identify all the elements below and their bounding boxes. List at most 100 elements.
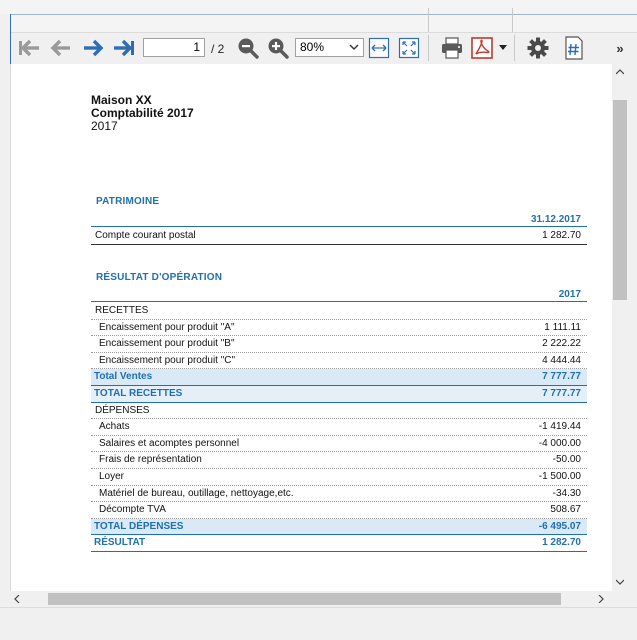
document-viewer[interactable]: Maison XX Comptabilité 2017 2017 PATRIMO… [10, 64, 613, 591]
scroll-corner [612, 591, 628, 607]
row-label: TOTAL DÉPENSES [94, 520, 184, 532]
previous-page-button[interactable] [48, 35, 74, 61]
row-label: Encaissement pour produit "C" [99, 354, 236, 366]
fit-width-button[interactable] [367, 35, 391, 61]
horizontal-scrollbar[interactable] [10, 591, 612, 607]
row-label: Encaissement pour produit "A" [99, 321, 235, 333]
top-accent-line [0, 14, 637, 15]
scroll-down-icon [616, 579, 624, 585]
table-row: Loyer -1 500.00 [91, 469, 587, 486]
table-row: Encaissement pour produit "C" 4 444.44 [91, 353, 587, 370]
document-page: Maison XX Comptabilité 2017 2017 PATRIMO… [91, 94, 587, 552]
zoom-select[interactable]: 80% [295, 38, 364, 57]
row-label: TOTAL RECETTES [94, 387, 183, 399]
zoom-out-button[interactable] [236, 35, 260, 61]
last-page-button[interactable] [111, 35, 137, 61]
row-value: -1 500.00 [538, 470, 581, 482]
row-value: -6 495.07 [538, 520, 581, 532]
table-row: Encaissement pour produit "B" 2 222.22 [91, 336, 587, 353]
row-label: Achats [99, 421, 130, 433]
row-label: DÉPENSES [95, 404, 150, 416]
doc-title-line2: Comptabilité 2017 [91, 106, 194, 120]
first-page-button[interactable] [16, 35, 42, 61]
row-label: Matériel de bureau, outillage, nettoyage… [99, 487, 294, 499]
fit-page-button[interactable] [397, 35, 421, 61]
patrimoine-rows: Compte courant postal 1 282.70 [91, 228, 587, 245]
table-row: Encaissement pour produit "A" 1 111.11 [91, 320, 587, 337]
row-label: Loyer [99, 470, 125, 482]
pdf-icon [471, 37, 493, 59]
row-label: RÉSULTAT [94, 537, 146, 549]
table-row: Compte courant postal 1 282.70 [91, 228, 587, 245]
table-row: Matériel de bureau, outillage, nettoyage… [91, 486, 587, 503]
column-header-year: 2017 [91, 289, 587, 302]
vertical-scrollbar[interactable] [612, 64, 628, 591]
row-label: RECETTES [95, 305, 149, 316]
row-value: 4 444.44 [542, 354, 581, 366]
export-menu-dropdown[interactable] [498, 35, 508, 61]
table-row: Salaires et acomptes personnel -4 000.00 [91, 436, 587, 453]
last-page-icon [114, 39, 134, 57]
toolbar-separator [428, 35, 429, 61]
page-total: / 2 [211, 42, 225, 56]
row-value: 7 777.77 [542, 371, 581, 383]
arrow-left-icon [50, 39, 70, 57]
row-value: -50.00 [552, 454, 581, 466]
first-page-icon [19, 39, 39, 57]
row-value: 508.67 [550, 504, 581, 516]
next-page-button[interactable] [80, 35, 106, 61]
top-separator [512, 8, 513, 32]
toolbar-separator [514, 35, 515, 61]
row-value: -34.30 [552, 487, 581, 499]
row-value: 1 111.11 [544, 321, 581, 333]
page-numbering-button[interactable] [562, 35, 586, 61]
total-depenses-row: TOTAL DÉPENSES -6 495.07 [91, 518, 587, 536]
subheading-depenses: DÉPENSES [91, 403, 587, 420]
section-title-resultat: RÉSULTAT D'OPÉRATION [96, 272, 223, 283]
row-label: Salaires et acomptes personnel [99, 437, 240, 449]
column-header-text: 2017 [558, 289, 581, 300]
row-value: 1 282.70 [542, 537, 581, 549]
table-row: Achats -1 419.44 [91, 419, 587, 436]
zoom-in-button[interactable] [266, 35, 290, 61]
vertical-scroll-thumb[interactable] [613, 100, 627, 300]
arrow-right-icon [84, 39, 104, 57]
status-bar [0, 607, 637, 640]
zoom-out-icon [238, 38, 259, 59]
overflow-menu-button[interactable]: » [610, 35, 630, 61]
zoom-in-icon [268, 38, 289, 59]
caret-down-icon [499, 45, 507, 50]
column-header-text: 31.12.2017 [530, 214, 581, 225]
print-button[interactable] [438, 35, 466, 61]
scroll-right-icon [598, 595, 604, 603]
row-value: -1 419.44 [538, 421, 581, 433]
row-label: Frais de représentation [99, 454, 202, 466]
doc-year: 2017 [91, 119, 118, 133]
row-label: Décompte TVA [99, 504, 166, 516]
pdf-toolbar: 1 / 2 80% » [10, 32, 637, 64]
column-header-date: 31.12.2017 [91, 214, 587, 227]
total-recettes-row: TOTAL RECETTES 7 777.77 [91, 385, 587, 403]
printer-icon [442, 37, 462, 59]
row-label: Total Ventes [94, 371, 153, 383]
table-row: Décompte TVA 508.67 [91, 502, 587, 519]
export-pdf-button[interactable] [470, 35, 496, 61]
chevron-down-icon [349, 44, 359, 50]
scroll-left-icon [14, 595, 20, 603]
fit-width-icon [368, 37, 390, 59]
row-label: Compte courant postal [95, 230, 196, 241]
total-ventes-row: Total Ventes 7 777.77 [91, 369, 587, 386]
top-separator [428, 8, 429, 32]
subheading-recettes: RECETTES [91, 303, 587, 320]
row-label: Encaissement pour produit "B" [99, 338, 235, 350]
gear-icon [527, 37, 549, 59]
settings-button[interactable] [524, 35, 552, 61]
horizontal-scroll-thumb[interactable] [48, 593, 561, 605]
row-value: 7 777.77 [542, 387, 581, 399]
hash-document-icon [565, 36, 583, 60]
zoom-value: 80% [300, 40, 325, 54]
page-number-input[interactable]: 1 [143, 38, 205, 57]
section-title-patrimoine: PATRIMOINE [96, 196, 160, 207]
row-value: -4 000.00 [538, 437, 581, 449]
scroll-up-icon [616, 69, 624, 75]
